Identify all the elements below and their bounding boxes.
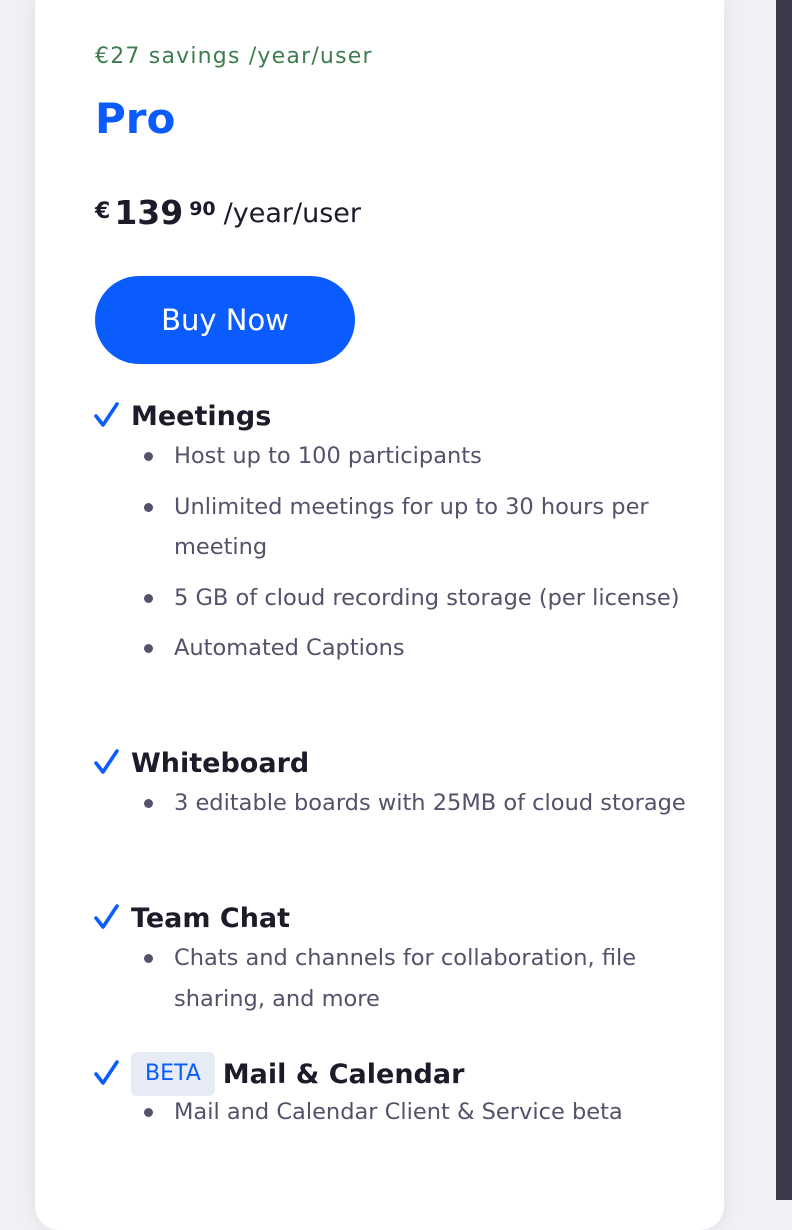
price-amount: 139 — [114, 193, 184, 232]
buy-now-button[interactable]: Buy Now — [95, 276, 355, 364]
price-period: /year/user — [223, 198, 361, 229]
price-cents: 90 — [189, 198, 216, 220]
list-item: Host up to 100 participants — [141, 436, 693, 477]
section-title: Meetings — [131, 400, 272, 432]
list-item: 5 GB of cloud recording storage (per lic… — [141, 578, 693, 619]
list-item: Chats and channels for collaboration, fi… — [141, 938, 693, 1019]
list-item: 3 editable boards with 25MB of cloud sto… — [141, 783, 693, 824]
feature-list: Host up to 100 participants Unlimited me… — [93, 436, 693, 669]
beta-badge: BETA — [131, 1052, 215, 1096]
feature-list: Chats and channels for collaboration, fi… — [93, 938, 693, 1019]
feature-section-meetings: Meetings Host up to 100 participants Unl… — [93, 398, 693, 679]
section-title: Whiteboard — [131, 747, 310, 779]
list-item: Unlimited meetings for up to 30 hours pe… — [141, 487, 693, 568]
feature-section-team-chat: Team Chat Chats and channels for collabo… — [93, 900, 693, 1029]
checkmark-icon — [94, 749, 119, 774]
checkmark-icon — [94, 402, 119, 427]
section-title: Team Chat — [131, 902, 291, 934]
price: € 139 90 /year/user — [95, 193, 361, 232]
savings-text: €27 savings /year/user — [95, 44, 373, 69]
feature-section-mail-calendar: BETA Mail & Calendar Mail and Calendar C… — [93, 1052, 693, 1143]
pricing-card-pro: €27 savings /year/user Pro € 139 90 /yea… — [35, 0, 724, 1230]
section-title: Mail & Calendar — [222, 1058, 465, 1090]
price-currency: € — [95, 199, 111, 224]
feature-list: 3 editable boards with 25MB of cloud sto… — [93, 783, 693, 824]
checkmark-icon — [94, 904, 119, 929]
page-edge-bar — [776, 0, 792, 1200]
checkmark-icon — [94, 1060, 119, 1085]
list-item: Automated Captions — [141, 628, 693, 669]
list-item: Mail and Calendar Client & Service beta — [141, 1092, 693, 1133]
feature-list: Mail and Calendar Client & Service beta — [93, 1092, 693, 1133]
plan-title: Pro — [95, 94, 176, 143]
feature-section-whiteboard: Whiteboard 3 editable boards with 25MB o… — [93, 745, 693, 834]
